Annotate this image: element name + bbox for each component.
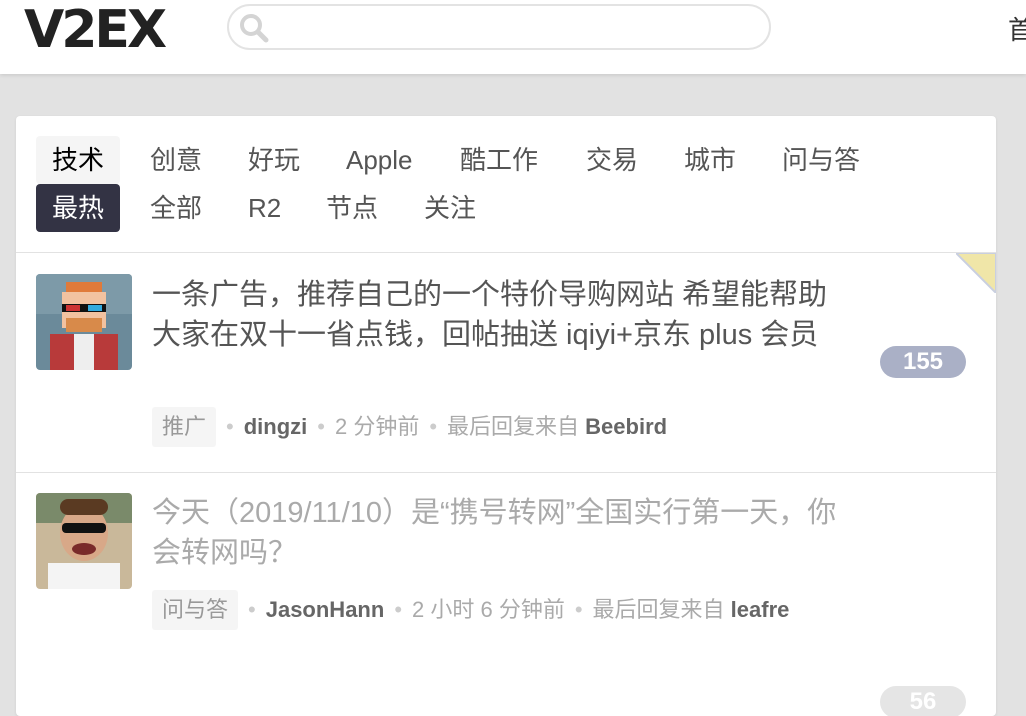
post-time: 2 小时 6 分钟前	[412, 597, 565, 622]
author-link[interactable]: dingzi	[244, 414, 308, 439]
separator-dot: •	[574, 597, 583, 622]
photo-avatar-icon	[36, 493, 132, 589]
author-link[interactable]: JasonHann	[266, 597, 385, 622]
search-input[interactable]	[283, 14, 757, 42]
tab-creative[interactable]: 创意	[134, 136, 218, 184]
node-tag[interactable]: 问与答	[152, 590, 239, 630]
pixel-avatar-icon	[36, 274, 132, 370]
topic-title[interactable]: 一条广告，推荐自己的一个特价导购网站 希望能帮助大家在双十一省点钱，回帖抽送 i…	[152, 275, 842, 355]
tab-jobs[interactable]: 酷工作	[444, 136, 554, 184]
topic-meta: 推广 • dingzi • 2 分钟前 • 最后回复来自 Beebird	[152, 407, 852, 447]
separator-dot: •	[429, 414, 438, 439]
separator-dot: •	[248, 597, 256, 622]
last-reply-user-link[interactable]: Beebird	[585, 414, 667, 439]
separator-dot: •	[394, 597, 403, 622]
separator-dot: •	[317, 414, 325, 439]
tab-qna[interactable]: 问与答	[766, 136, 876, 184]
topic-meta: 问与答 • JasonHann • 2 小时 6 分钟前 • 最后回复来自 leafre	[152, 587, 852, 633]
user-avatar[interactable]	[36, 274, 132, 370]
tab-hot[interactable]: 最热	[36, 184, 121, 232]
last-reply-label: 最后回复来自	[592, 597, 725, 622]
category-tabs-secondary: 最热 全部 R2 节点 关注	[36, 184, 976, 232]
top-bar: V2EX 首页	[0, 0, 1026, 74]
tab-apple[interactable]: Apple	[330, 136, 429, 184]
site-logo[interactable]: V2EX	[24, 2, 167, 58]
topic-item: 一条广告，推荐自己的一个特价导购网站 希望能帮助大家在双十一省点钱，回帖抽送 i…	[16, 253, 996, 472]
user-avatar[interactable]	[36, 493, 132, 589]
topic-title[interactable]: 今天（2019/11/10）是“携号转网”全国实行第一天，你会转网吗？	[152, 493, 842, 573]
category-tabs: 技术 创意 好玩 Apple 酷工作 交易 城市 问与答	[36, 136, 976, 184]
search-icon	[240, 14, 269, 43]
tab-tech[interactable]: 技术	[36, 136, 121, 184]
new-corner-ribbon	[956, 253, 996, 293]
tab-play[interactable]: 好玩	[232, 136, 316, 184]
separator-dot: •	[226, 414, 234, 439]
topic-list-card: 技术 创意 好玩 Apple 酷工作 交易 城市 问与答 最热 全部 R2 节点…	[16, 116, 996, 716]
nav-home-link[interactable]: 首页	[1008, 10, 1026, 47]
search-box[interactable]	[227, 4, 771, 50]
tab-r2[interactable]: R2	[232, 184, 297, 232]
tab-city[interactable]: 城市	[668, 136, 752, 184]
reply-count-badge[interactable]: 56	[880, 686, 966, 716]
topic-item: 今天（2019/11/10）是“携号转网”全国实行第一天，你会转网吗？ 问与答 •…	[16, 473, 996, 716]
post-time: 2 分钟前	[334, 414, 420, 439]
tab-all[interactable]: 全部	[134, 184, 218, 232]
node-tag[interactable]: 推广	[152, 407, 217, 447]
tab-following[interactable]: 关注	[408, 184, 492, 232]
tab-deals[interactable]: 交易	[570, 136, 654, 184]
last-reply-user-link[interactable]: leafre	[731, 597, 790, 622]
last-reply-label: 最后回复来自	[447, 414, 580, 439]
reply-count-badge[interactable]: 155	[880, 346, 966, 378]
tab-nodes[interactable]: 节点	[310, 184, 394, 232]
